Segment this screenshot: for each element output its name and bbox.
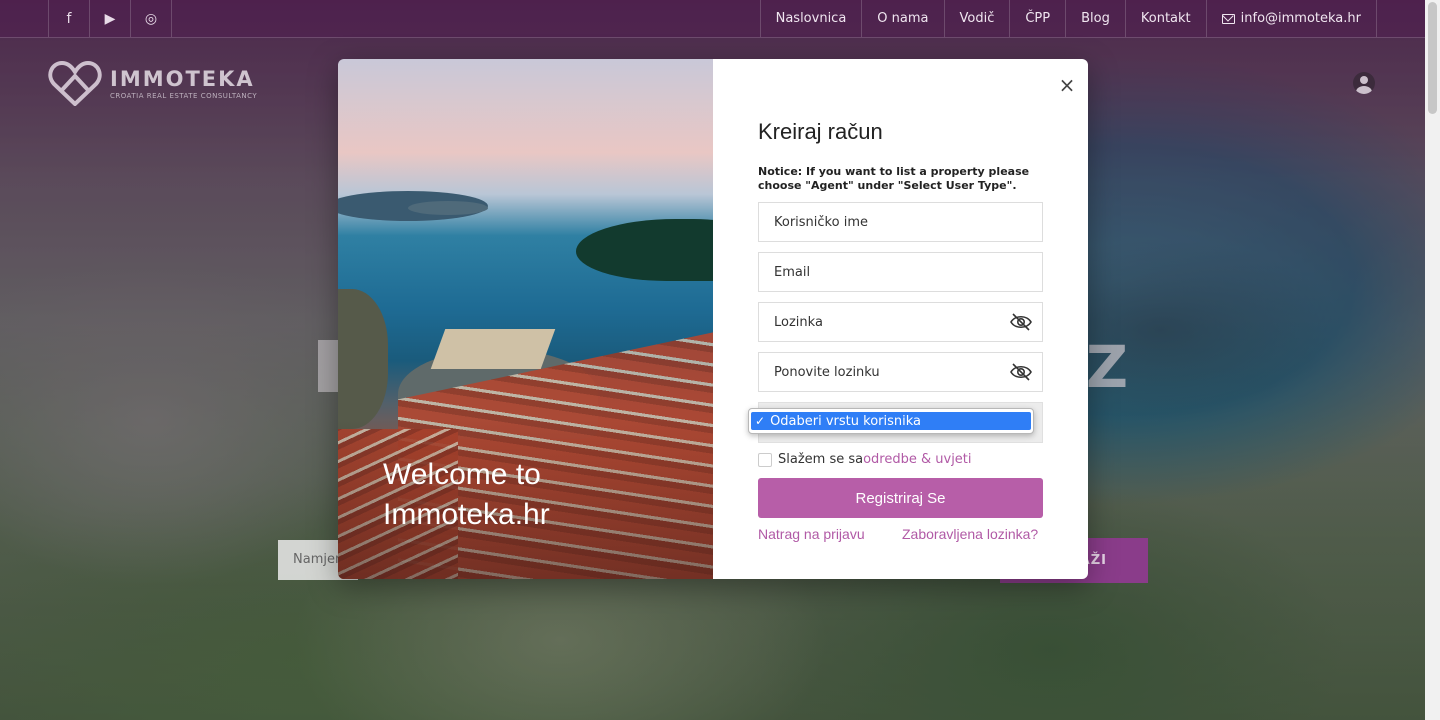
repeat-password-field[interactable] [758,352,1043,392]
top-nav: Naslovnica O nama Vodič ČPP Blog Kontakt… [759,0,1377,37]
welcome-heading: Welcome to Immoteka.hr [383,458,550,531]
password-field[interactable] [758,302,1043,342]
nav-item-cpp[interactable]: ČPP [1009,0,1065,37]
check-icon: ✓ [755,414,766,428]
back-to-login-link[interactable]: Natrag na prijavu [758,526,865,542]
terms-text: Slažem se sa [778,452,864,467]
logo-heart-icon [48,60,102,106]
nav-item-email[interactable]: info@immoteka.hr [1205,0,1377,37]
instagram-icon[interactable]: ◎ [130,0,172,37]
form-title: Kreiraj račun [758,119,883,144]
nav-item-vodic[interactable]: Vodič [943,0,1010,37]
register-button[interactable]: Registriraj Se [758,478,1043,518]
modal-photo: Welcome to Immoteka.hr [338,59,713,579]
youtube-icon[interactable]: ▶ [89,0,130,37]
email-input[interactable] [774,264,999,280]
user-type-dropdown[interactable]: ✓ Odaberi vrstu korisnika [748,408,1034,434]
repeat-password-input[interactable] [774,364,999,380]
register-modal: Welcome to Immoteka.hr × Kreiraj račun N… [338,59,1088,579]
facebook-icon[interactable]: f [48,0,89,37]
user-type-option-label: Odaberi vrstu korisnika [770,413,921,429]
top-bar: f ▶ ◎ Naslovnica O nama Vodič ČPP Blog K… [0,0,1425,38]
password-input[interactable] [774,314,999,330]
username-field[interactable] [758,202,1043,242]
user-type-option-selected[interactable]: ✓ Odaberi vrstu korisnika [751,412,1031,430]
forgot-password-link[interactable]: Zaboravljena lozinka? [902,526,1038,542]
page-scrollbar[interactable] [1425,0,1440,720]
logo-name: IMMOTEKA [110,66,255,91]
eye-slash-icon[interactable] [1010,313,1032,331]
nav-item-kontakt[interactable]: Kontakt [1124,0,1206,37]
envelope-icon [1221,13,1235,24]
hero-heading-fragment-left [318,340,340,392]
user-type-notice: Notice: If you want to list a property p… [758,165,1030,192]
terms-link[interactable]: odredbe & uvjeti [863,452,971,467]
nav-item-o-nama[interactable]: O nama [861,0,943,37]
social-links: f ▶ ◎ [48,0,172,37]
username-input[interactable] [774,214,999,230]
terms-checkbox[interactable] [758,452,772,467]
register-form: × Kreiraj račun Notice: If you want to l… [713,59,1088,579]
nav-item-naslovnica[interactable]: Naslovnica [759,0,862,37]
email-text: info@immoteka.hr [1240,11,1361,26]
logo-tagline: CROATIA REAL ESTATE CONSULTANCY [110,91,258,100]
user-account-icon[interactable] [1353,72,1375,94]
site-logo[interactable]: IMMOTEKA CROATIA REAL ESTATE CONSULTANCY [48,60,257,106]
nav-item-blog[interactable]: Blog [1065,0,1125,37]
email-field[interactable] [758,252,1043,292]
eye-slash-icon[interactable] [1010,363,1032,381]
close-icon[interactable]: × [1058,75,1076,95]
terms-row: Slažem se sa odredbe & uvjeti [758,452,972,467]
hero-heading-fragment-right: Z [1086,333,1129,401]
scrollbar-thumb[interactable] [1428,2,1437,114]
